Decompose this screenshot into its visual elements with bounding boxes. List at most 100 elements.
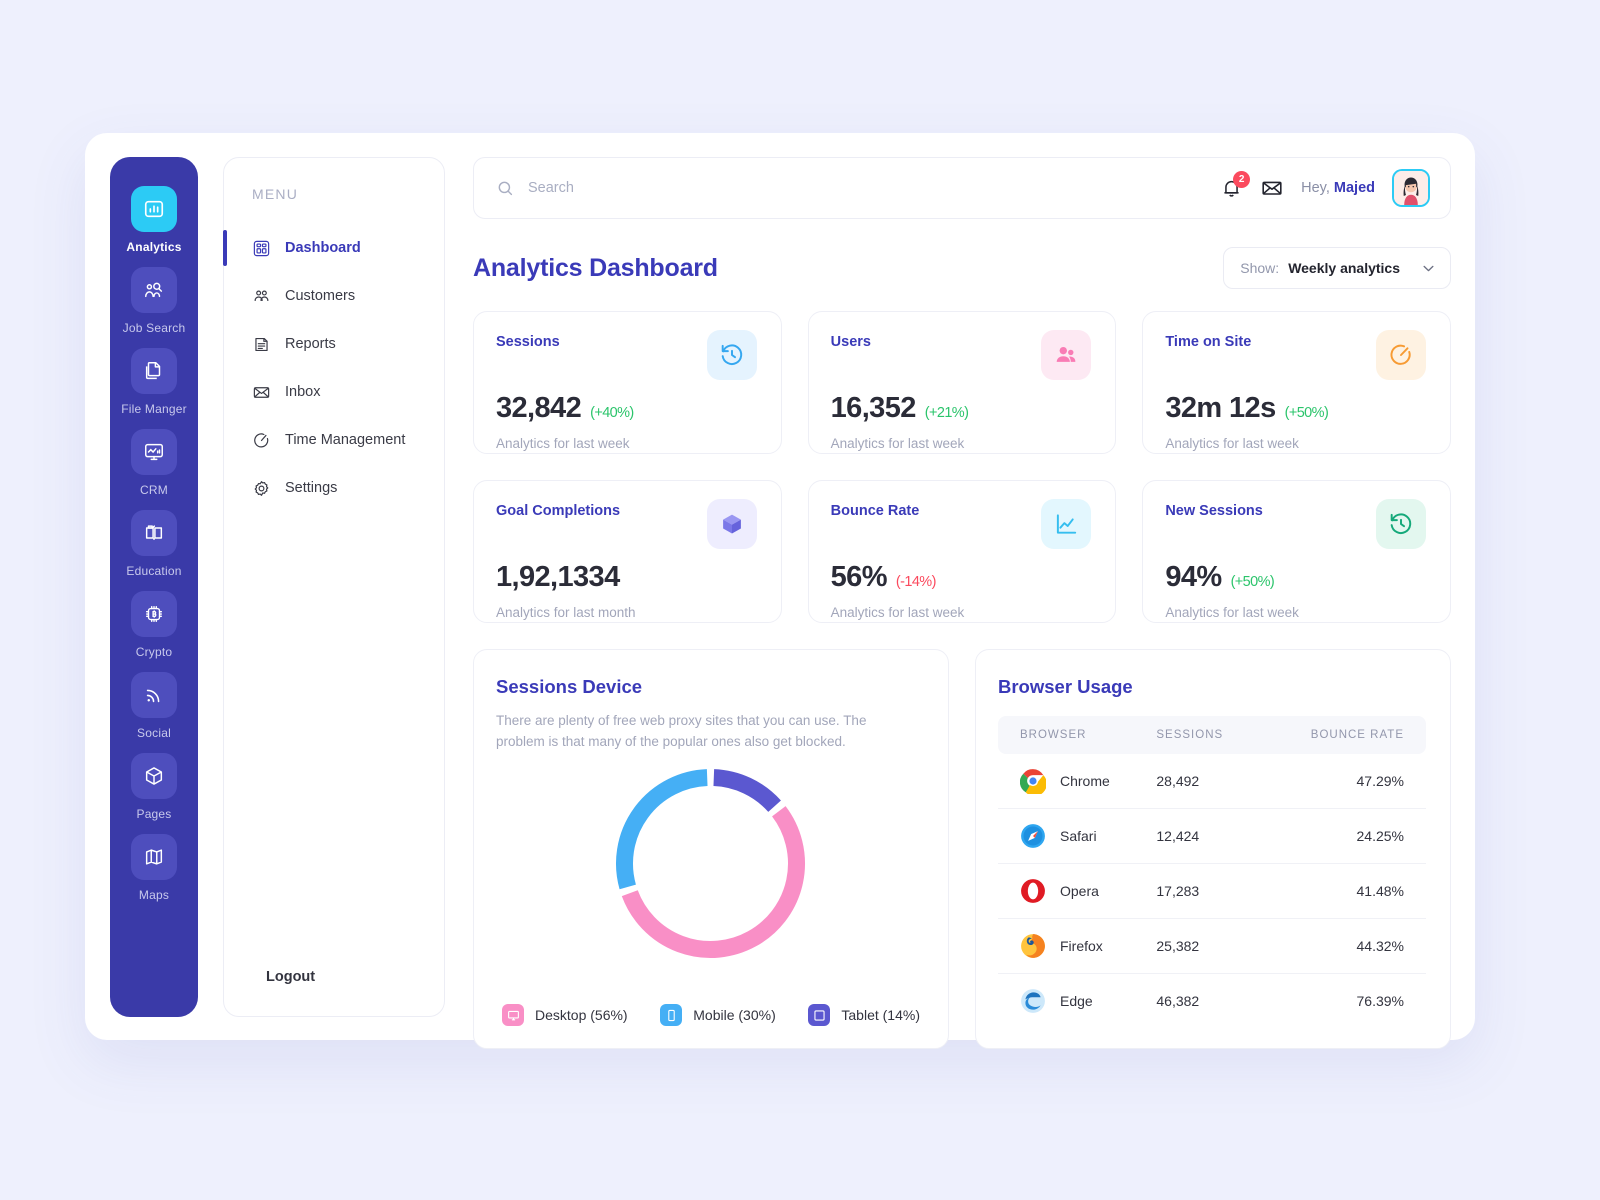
logout-button[interactable]: Logout [224,968,315,1002]
stat-value-row: 32,842 (+40%) [496,392,757,425]
stat-value-row: 56% (-14%) [831,561,1092,594]
rail-item-job-search[interactable]: Job Search [110,260,198,341]
stat-label: Sessions [496,334,560,350]
menu-item-customers[interactable]: Customers [224,272,444,320]
rail-item-label: Social [137,726,171,740]
avatar[interactable] [1392,169,1430,207]
cell-bounce-rate: 41.48% [1297,863,1426,919]
menu-list: Dashboard Customers Reports Inbox Time M… [223,224,444,512]
menu-item-reports[interactable]: Reports [224,320,444,368]
cell-browser: Firefox [998,918,1157,974]
menu-item-inbox[interactable]: Inbox [224,368,444,416]
stat-delta: (-14%) [895,574,937,590]
rail-item-pages[interactable]: Pages [110,746,198,827]
cell-sessions: 17,283 [1156,863,1298,919]
rail-item-crypto[interactable]: Crypto [110,584,198,665]
legend-item-desktop[interactable]: Desktop (56%) [502,1004,628,1026]
stat-label: New Sessions [1165,503,1263,519]
stat-card-goal-completions: Goal Completions 1,92,1334 Analytics for… [473,480,782,623]
monitor-chart-icon [131,429,177,475]
stat-value: 56% [830,561,888,593]
menu-item-dashboard[interactable]: Dashboard [223,224,444,272]
rail-item-label: Job Search [122,321,186,335]
browser-name: Chrome [1060,773,1110,789]
menu-item-time-management[interactable]: Time Management [224,416,444,464]
cell-browser: Edge [998,974,1156,1029]
panel-title: Browser Usage [998,676,1133,697]
greeting-prefix: Hey, [1301,180,1334,196]
rail-item-education[interactable]: Education [110,503,198,584]
map-icon [131,834,177,880]
column-header-sessions: SESSIONS [1156,716,1298,754]
rail-item-maps[interactable]: Maps [110,827,198,908]
rail-item-social[interactable]: Social [110,665,198,746]
stopwatch-icon [252,431,271,450]
stat-label: Bounce Rate [830,503,920,519]
cell-browser: Safari [998,808,1157,864]
envelope-icon [252,383,271,402]
menu-heading: MENU [252,186,299,202]
app-window: Analytics Job Search File Manger CRM Edu… [85,133,1475,1049]
stat-value-row: 32m 12s (+50%) [1165,392,1426,425]
select-value: Weekly analytics [1288,260,1400,276]
rss-icon [131,672,177,718]
donut-legend: Desktop (56%) Mobile (30%) Tablet (14%) [496,1004,926,1026]
desktop-icon [502,1004,524,1026]
rail-item-label: File Manger [121,402,187,416]
legend-item-tablet[interactable]: Tablet (14%) [808,1004,920,1026]
menu-item-label: Time Management [285,432,406,448]
menu-item-settings[interactable]: Settings [224,464,444,512]
notifications-button[interactable]: 2 [1220,170,1251,200]
stat-card-sessions: Sessions 32,842 (+40%) Analytics for las… [473,311,782,454]
stat-sub: Analytics for last week [830,605,965,620]
menu-item-label: Dashboard [285,240,361,256]
browser-usage-table: BROWSER SESSIONS BOUNCE RATE Chrome 28,4… [998,716,1426,1028]
sessions-device-panel: Sessions Device There are plenty of free… [473,649,949,1049]
table-row[interactable]: Opera 17,283 41.48% [998,863,1426,919]
chrome-logo-icon [1019,768,1047,797]
people-icon [1041,330,1092,380]
history-clock-icon [706,330,757,380]
cube-icon [131,753,177,799]
opera-logo-icon [1020,878,1046,904]
top-bar: 2 Hey, Majed [473,157,1451,219]
chevron-down-icon [1423,259,1434,277]
legend-item-mobile[interactable]: Mobile (30%) [660,1004,776,1026]
cell-sessions: 12,424 [1156,808,1298,864]
rail-item-label: Maps [138,888,170,902]
user-name: Majed [1333,180,1375,196]
legend-label: Mobile (30%) [693,1007,776,1023]
table-row[interactable]: Firefox 25,382 44.32% [998,918,1426,974]
stat-delta: (+50%) [1284,405,1329,421]
stat-value: 16,352 [830,392,917,424]
stat-delta: (+50%) [1230,574,1275,590]
table-row[interactable]: Safari 12,424 24.25% [998,808,1426,864]
browser-name: Opera [1060,883,1099,899]
bottom-panels: Sessions Device There are plenty of free… [473,649,1451,1049]
donut-chart-svg [615,768,805,958]
menu-item-label: Reports [285,336,336,352]
stat-label: Time on Site [1165,334,1252,350]
rail-item-analytics[interactable]: Analytics [110,179,198,260]
icon-rail: Analytics Job Search File Manger CRM Edu… [110,157,198,1017]
rail-item-label: Pages [136,807,172,821]
header-actions: 2 Hey, Majed [1220,169,1430,207]
search-input[interactable] [528,180,1221,196]
stat-label: Users [830,334,871,350]
analytics-period-select[interactable]: Show: Weekly analytics [1223,247,1451,289]
bar-chart-icon [131,186,177,232]
messages-button[interactable] [1260,176,1284,200]
mobile-icon [660,1004,683,1026]
report-doc-icon [252,335,271,354]
rail-item-crm[interactable]: CRM [110,422,198,503]
gear-icon [252,479,271,498]
stat-value: 32,842 [496,392,582,424]
main-content: 2 Hey, Majed [473,157,1451,1049]
stat-value-row: 1,92,1334 [496,561,757,594]
rail-item-file-manger[interactable]: File Manger [110,341,198,422]
stat-label: Goal Completions [496,503,621,519]
table-row[interactable]: Edge 46,382 76.39% [998,974,1426,1029]
table-row[interactable]: Chrome 28,492 47.29% [998,754,1426,809]
rail-item-label: Crypto [135,645,173,659]
donut-segment-tablet [712,768,781,812]
